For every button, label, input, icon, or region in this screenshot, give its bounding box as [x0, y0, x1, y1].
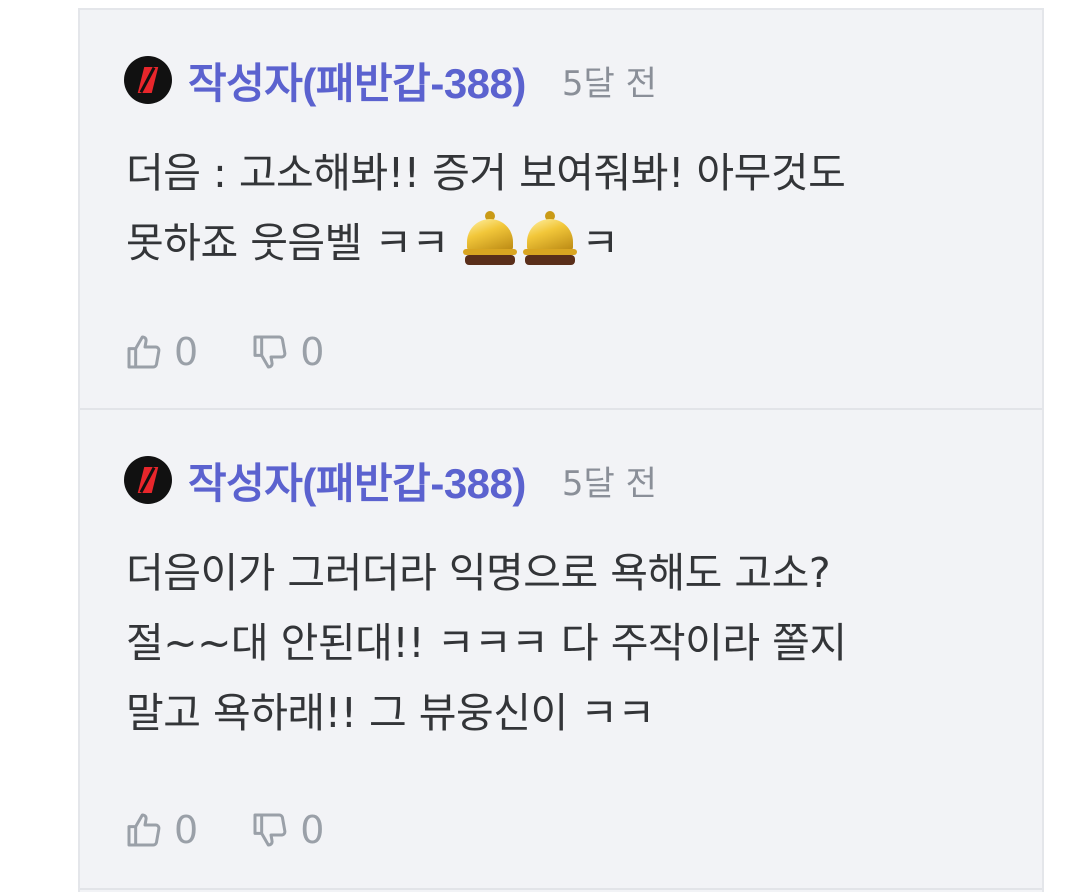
thumbs-down-icon [253, 813, 287, 847]
comment-list: 작성자(패반갑-388) 5달 전 더음 : 고소해봐!! 증거 보여줘봐! 아… [78, 8, 1044, 892]
bellhop-bell-icon [521, 209, 579, 267]
like-count: 0 [174, 330, 199, 374]
like-button[interactable]: 0 [124, 332, 198, 372]
dislike-count: 0 [300, 330, 325, 374]
author-name[interactable]: 작성자(패반갑-388) [188, 450, 526, 511]
page: 작성자(패반갑-388) 5달 전 더음 : 고소해봐!! 증거 보여줘봐! 아… [0, 0, 1080, 892]
comment-header: 작성자(패반갑-388) 5달 전 [124, 452, 657, 508]
dislike-button[interactable]: 0 [250, 332, 324, 372]
comment-line: 절~~대 안된대!! ㅋㅋㅋ 다 주작이라 쫄지 [126, 619, 847, 667]
comment-item: 작성자(패반갑-388) 5달 전 더음이가 그러더라 익명으로 욕해도 고소?… [80, 410, 1042, 890]
comment-body: 더음 : 고소해봐!! 증거 보여줘봐! 아무것도 못하죠 웃음벨 ㅋㅋ ㅋ [126, 138, 1002, 278]
thumbs-up-icon [127, 335, 161, 369]
reaction-bar: 0 0 [124, 332, 324, 372]
comment-line-text: 못하죠 웃음벨 ㅋㅋ [126, 219, 449, 267]
thumbs-up-icon [127, 813, 161, 847]
avatar[interactable] [124, 56, 172, 104]
comment-header: 작성자(패반갑-388) 5달 전 [124, 52, 657, 108]
comment-line: 더음 : 고소해봐!! 증거 보여줘봐! 아무것도 [126, 149, 846, 197]
dislike-button[interactable]: 0 [250, 810, 324, 850]
avatar[interactable] [124, 456, 172, 504]
reaction-bar: 0 0 [124, 810, 324, 850]
bellhop-bell-icon [461, 209, 519, 267]
comment-line-with-emoji: 못하죠 웃음벨 ㅋㅋ ㅋ [126, 208, 1002, 278]
comment-line: 더음이가 그러더라 익명으로 욕해도 고소? [126, 549, 831, 597]
comment-time: 5달 전 [561, 63, 657, 104]
dislike-count: 0 [300, 808, 325, 852]
like-count: 0 [174, 808, 199, 852]
thumbs-down-icon [253, 335, 287, 369]
comment-body: 더음이가 그러더라 익명으로 욕해도 고소? 절~~대 안된대!! ㅋㅋㅋ 다 … [126, 538, 1002, 748]
like-button[interactable]: 0 [124, 810, 198, 850]
comment-time: 5달 전 [561, 463, 657, 504]
author-name[interactable]: 작성자(패반갑-388) [188, 50, 526, 111]
comment-line-tail: ㅋ [581, 219, 619, 267]
comment-line: 말고 욕하래!! 그 뷰웅신이 ㅋㅋ [126, 689, 655, 737]
comment-item: 작성자(패반갑-388) 5달 전 더음 : 고소해봐!! 증거 보여줘봐! 아… [80, 10, 1042, 410]
